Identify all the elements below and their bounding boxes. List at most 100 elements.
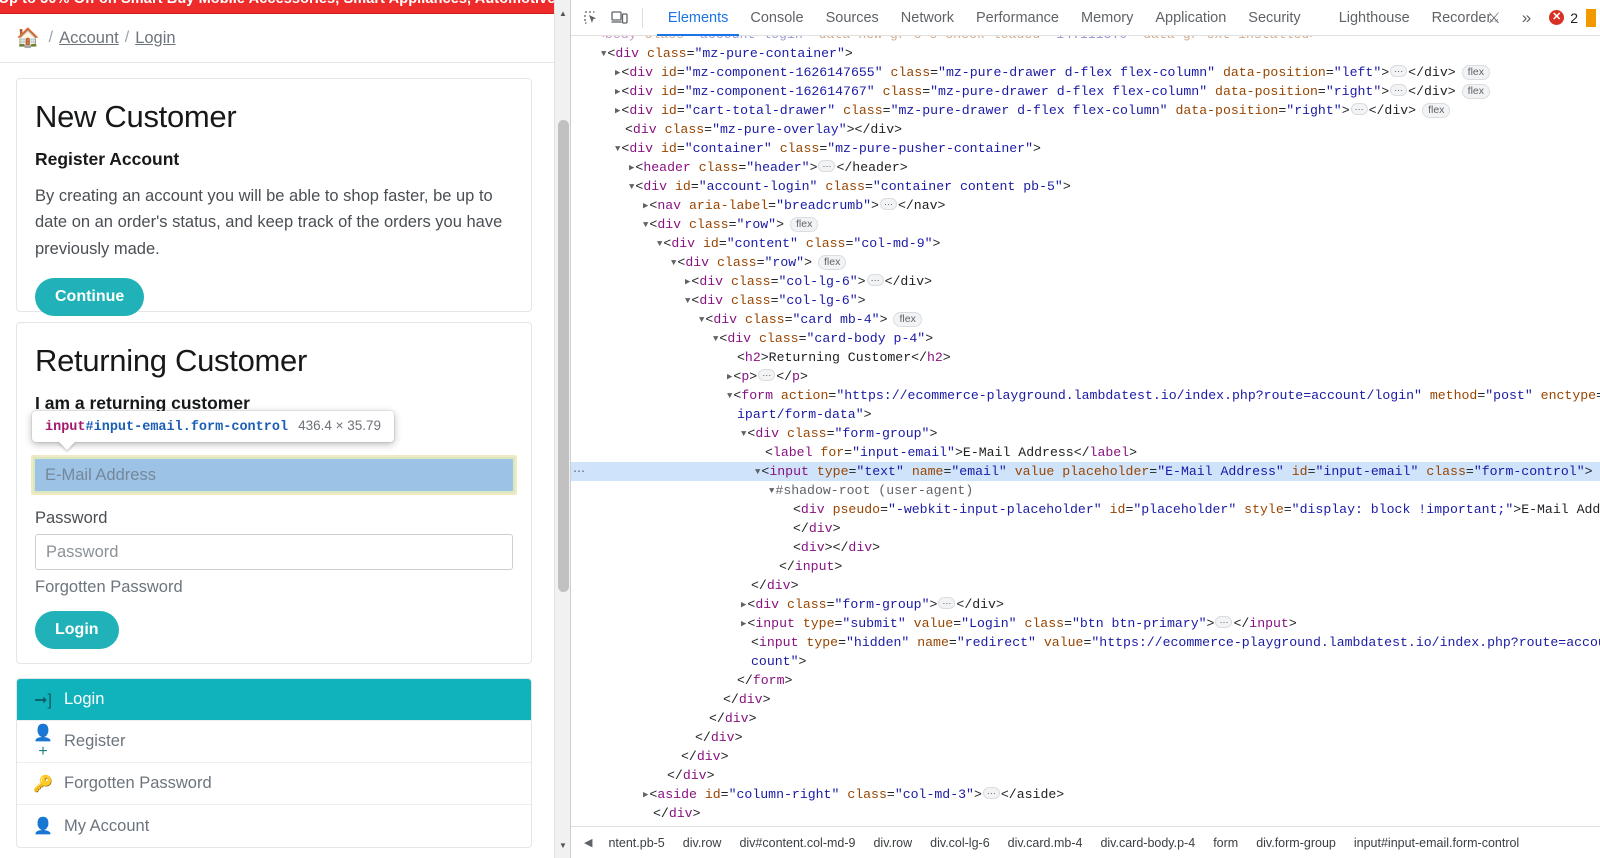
disclosure-triangle-icon[interactable]: ▼ bbox=[755, 467, 760, 477]
dom-node[interactable]: ▼<div class="row"> flex bbox=[571, 215, 1600, 234]
breadcrumb-item-account[interactable]: Account bbox=[59, 29, 119, 48]
dom-node[interactable]: </div> bbox=[571, 690, 1600, 709]
disclosure-triangle-icon[interactable]: ▶ bbox=[741, 600, 746, 610]
continue-button[interactable]: Continue bbox=[35, 278, 145, 317]
dom-crumb[interactable]: div.row bbox=[864, 836, 921, 850]
breadcrumb-back-arrow[interactable]: ◀ bbox=[577, 836, 599, 849]
dom-node[interactable]: ▶<div class="col-lg-6"> ⋯ </div> bbox=[571, 272, 1600, 291]
dom-node[interactable]: ▶<div id="mz-component-162614767" class=… bbox=[571, 82, 1600, 101]
login-button[interactable]: Login bbox=[35, 611, 119, 649]
dom-node[interactable]: ▼<div class="mz-pure-container"> bbox=[571, 44, 1600, 63]
disclosure-triangle-icon[interactable]: ▶ bbox=[685, 277, 690, 287]
dom-node[interactable]: </div> bbox=[571, 728, 1600, 747]
dom-node[interactable]: </input> bbox=[571, 557, 1600, 576]
disclosure-triangle-icon[interactable]: ▶ bbox=[629, 163, 634, 173]
dom-crumb[interactable]: div.row bbox=[674, 836, 731, 850]
sidebar-item-my-account[interactable]: 👤 My Account bbox=[17, 805, 531, 847]
dom-crumb[interactable]: input#input-email.form-control bbox=[1345, 836, 1528, 850]
disclosure-triangle-icon[interactable]: ▶ bbox=[741, 619, 746, 629]
dom-node[interactable]: count"> bbox=[571, 652, 1600, 671]
dom-node[interactable]: </div> bbox=[571, 766, 1600, 785]
dom-node[interactable]: ▼#shadow-root (user-agent) bbox=[571, 481, 1600, 500]
dom-node[interactable]: </div> bbox=[571, 576, 1600, 595]
scroll-up-arrow[interactable]: ▲ bbox=[555, 5, 570, 21]
dom-node[interactable]: ▶<input type="submit" value="Login" clas… bbox=[571, 614, 1600, 633]
dom-crumb[interactable]: ntent.pb-5 bbox=[599, 836, 673, 850]
dom-node[interactable]: ▼<div id="account-login" class="containe… bbox=[571, 177, 1600, 196]
dom-node[interactable]: <label for="input-email">E-Mail Address<… bbox=[571, 443, 1600, 462]
disclosure-triangle-icon[interactable]: ▶ bbox=[615, 68, 620, 78]
forgotten-password-link[interactable]: Forgotten Password bbox=[35, 578, 183, 596]
inspect-element-icon[interactable] bbox=[577, 4, 605, 32]
dom-node[interactable]: </form> bbox=[571, 671, 1600, 690]
tab-application[interactable]: Application bbox=[1144, 0, 1237, 36]
dom-crumb[interactable]: div.form-group bbox=[1247, 836, 1345, 850]
disclosure-triangle-icon[interactable]: ▼ bbox=[629, 182, 634, 192]
dom-node[interactable]: <div></div> bbox=[571, 538, 1600, 557]
dom-node[interactable]: ▼<div id="container" class="mz-pure-push… bbox=[571, 139, 1600, 158]
disclosure-triangle-icon[interactable]: ▼ bbox=[671, 258, 676, 268]
home-icon[interactable]: 🏠 bbox=[16, 29, 40, 48]
dom-node[interactable]: </div> bbox=[571, 709, 1600, 728]
dom-node[interactable]: ▶<header class="header"> ⋯ </header> bbox=[571, 158, 1600, 177]
dom-crumb[interactable]: div#content.col-md-9 bbox=[730, 836, 864, 850]
promo-banner[interactable]: Up to 50% Off on Smart Buy Mobile Access… bbox=[0, 0, 554, 14]
overflow-chevron-icon[interactable]: » bbox=[1512, 8, 1541, 28]
disclosure-triangle-icon[interactable]: ▼ bbox=[699, 315, 704, 325]
disclosure-triangle-icon[interactable]: ▼ bbox=[713, 334, 718, 344]
dom-node[interactable]: ▶<p> ⋯ </p> bbox=[571, 367, 1600, 386]
disclosure-triangle-icon[interactable]: ▶ bbox=[643, 201, 648, 211]
dom-node[interactable]: ▶<nav aria-label="breadcrumb"> ⋯ </nav> bbox=[571, 196, 1600, 215]
disclosure-triangle-icon[interactable]: ▼ bbox=[601, 49, 606, 59]
tab-lighthouse[interactable]: Lighthouse bbox=[1328, 0, 1421, 36]
device-toolbar-icon[interactable] bbox=[605, 4, 633, 32]
dom-crumb[interactable]: div.col-lg-6 bbox=[921, 836, 999, 850]
tab-sources[interactable]: Sources bbox=[815, 0, 890, 36]
dom-node[interactable]: ▼<div id="content" class="col-md-9"> bbox=[571, 234, 1600, 253]
tab-elements[interactable]: Elements bbox=[657, 0, 739, 36]
disclosure-triangle-icon[interactable]: ▼ bbox=[643, 220, 648, 230]
dom-node[interactable]: ▼<div class="card mb-4"> flex bbox=[571, 310, 1600, 329]
scrollbar-thumb[interactable] bbox=[558, 120, 569, 592]
dom-tree[interactable]: <body class="account-login" data-new-gr-… bbox=[571, 36, 1600, 826]
error-badge[interactable]: ✕ 2 bbox=[1543, 10, 1584, 26]
dom-node[interactable]: ▼<div class="form-group"> bbox=[571, 424, 1600, 443]
dom-node[interactable]: <h2>Returning Customer</h2> bbox=[571, 348, 1600, 367]
dom-node-selected[interactable]: ⋯ ▼<input type="text" name="email" value … bbox=[571, 462, 1600, 481]
dom-node[interactable]: <div class="mz-pure-overlay"></div> bbox=[571, 120, 1600, 139]
dom-node[interactable]: ▶<div id="mz-component-1626147655" class… bbox=[571, 63, 1600, 82]
dom-node[interactable]: ▼<div class="col-lg-6"> bbox=[571, 291, 1600, 310]
disclosure-triangle-icon[interactable]: ▶ bbox=[643, 790, 648, 800]
dom-node[interactable]: </div> bbox=[571, 519, 1600, 538]
disclosure-triangle-icon[interactable]: ▼ bbox=[615, 144, 620, 154]
tab-security[interactable]: Security bbox=[1237, 0, 1311, 36]
warning-icon[interactable] bbox=[1586, 8, 1596, 27]
sidebar-item-forgotten-password[interactable]: 🔑 Forgotten Password bbox=[17, 763, 531, 805]
sidebar-item-register[interactable]: 👤+ Register bbox=[17, 721, 531, 763]
disclosure-triangle-icon[interactable]: ▶ bbox=[615, 87, 620, 97]
dom-node[interactable]: </div> bbox=[571, 804, 1600, 823]
sidebar-item-login[interactable]: ➞] Login bbox=[17, 679, 531, 721]
scroll-down-arrow[interactable]: ▼ bbox=[555, 837, 570, 853]
disclosure-triangle-icon[interactable]: ▼ bbox=[685, 296, 690, 306]
dom-node[interactable]: <body class="account-login" data-new-gr-… bbox=[571, 36, 1600, 44]
dom-crumb[interactable]: div.card-body.p-4 bbox=[1091, 836, 1204, 850]
dom-node[interactable]: ▼<div class="row"> flex bbox=[571, 253, 1600, 272]
dom-crumb[interactable]: form bbox=[1204, 836, 1247, 850]
email-field[interactable] bbox=[35, 459, 513, 491]
tab-memory[interactable]: Memory bbox=[1070, 0, 1144, 36]
tab-console[interactable]: Console bbox=[739, 0, 814, 36]
disclosure-triangle-icon[interactable]: ▼ bbox=[741, 429, 746, 439]
dom-node[interactable]: ▶<div id="cart-total-drawer" class="mz-p… bbox=[571, 101, 1600, 120]
tab-recorder[interactable]: Recorder ⚔ bbox=[1421, 0, 1512, 36]
dom-node[interactable]: <div pseudo="-webkit-input-placeholder" … bbox=[571, 500, 1600, 519]
disclosure-triangle-icon[interactable]: ▼ bbox=[727, 391, 732, 401]
dom-node[interactable]: ▼<form action="https://ecommerce-playgro… bbox=[571, 386, 1600, 405]
dom-node[interactable]: ▶<aside id="column-right" class="col-md-… bbox=[571, 785, 1600, 804]
disclosure-triangle-icon[interactable]: ▶ bbox=[615, 106, 620, 116]
dom-crumb[interactable]: div.card.mb-4 bbox=[999, 836, 1092, 850]
disclosure-triangle-icon[interactable]: ▼ bbox=[769, 486, 774, 496]
password-field[interactable] bbox=[35, 534, 513, 570]
breadcrumb-item-login[interactable]: Login bbox=[135, 29, 175, 48]
dom-node[interactable]: ▼<div class="card-body p-4"> bbox=[571, 329, 1600, 348]
